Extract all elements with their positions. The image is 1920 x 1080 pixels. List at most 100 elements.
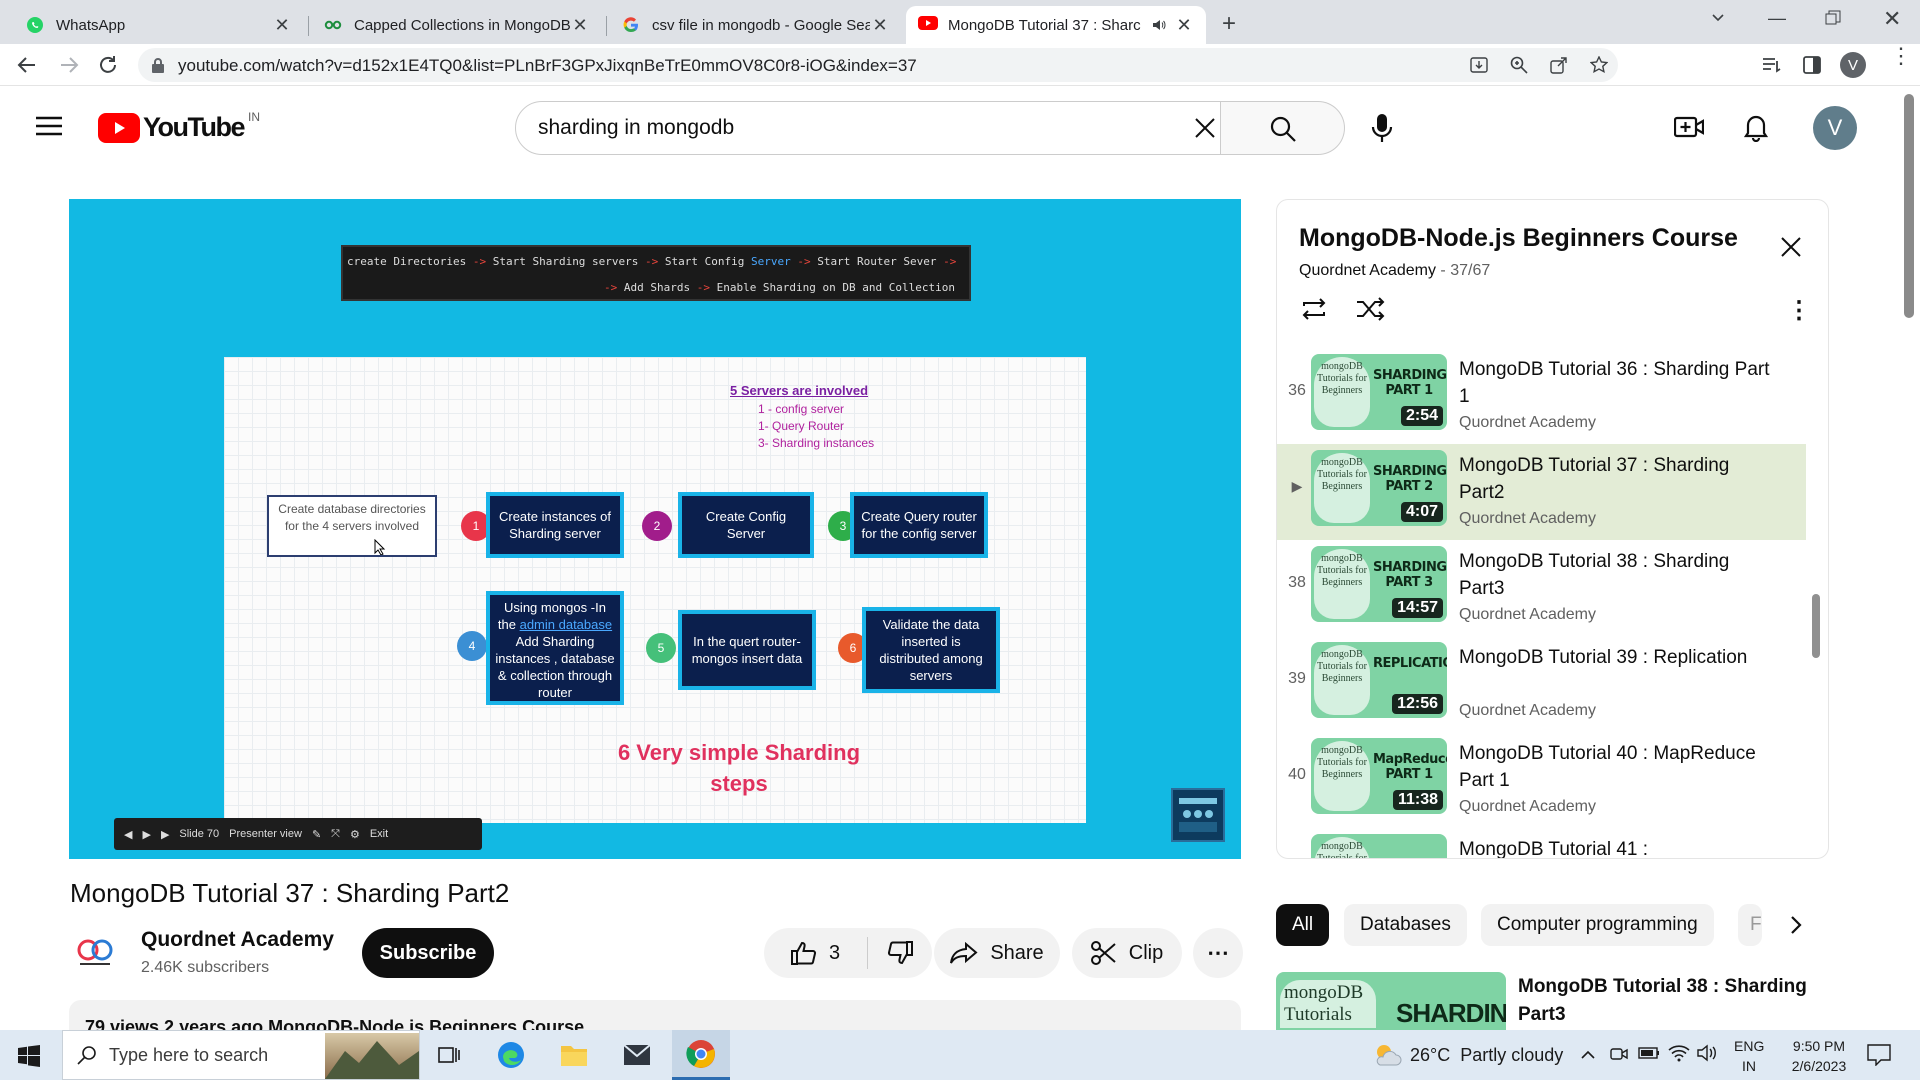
windows-start-icon[interactable] xyxy=(18,1045,40,1067)
close-tab-icon[interactable]: ✕ xyxy=(272,15,292,36)
channel-avatar[interactable] xyxy=(70,928,120,978)
video-thumbnail[interactable]: mongoDB Tutorials for Beginners xyxy=(1311,834,1447,858)
taskbar-search[interactable]: Type here to search xyxy=(62,1030,420,1080)
clear-search-icon[interactable] xyxy=(1194,117,1216,139)
share-page-icon[interactable] xyxy=(1550,56,1568,74)
restore-icon[interactable] xyxy=(1825,10,1841,26)
video-thumbnail[interactable]: mongoDB Tutorials for Beginners REPLICAT… xyxy=(1311,642,1447,718)
presenter-view-label[interactable]: Presenter view xyxy=(229,828,302,840)
tab-google-search[interactable]: csv file in mongodb - Google Sea ✕ xyxy=(610,6,902,44)
share-button[interactable]: Share xyxy=(934,928,1060,978)
battery-icon[interactable] xyxy=(1638,1046,1660,1060)
install-app-icon[interactable] xyxy=(1470,56,1488,74)
playlist-scrollbar[interactable] xyxy=(1812,594,1820,658)
channel-name[interactable]: Quordnet Academy xyxy=(141,928,334,952)
close-playlist-icon[interactable] xyxy=(1780,236,1802,258)
edge-browser-icon[interactable] xyxy=(497,1041,525,1069)
playlist-item[interactable]: mongoDB Tutorials for Beginners MongoDB … xyxy=(1277,828,1806,858)
task-view-icon[interactable] xyxy=(438,1044,460,1066)
dislike-button[interactable] xyxy=(868,941,932,965)
page-scrollbar-thumb[interactable] xyxy=(1904,94,1914,318)
file-explorer-icon[interactable] xyxy=(560,1042,588,1068)
bookmark-star-icon[interactable] xyxy=(1590,56,1608,74)
chip-partial[interactable]: F xyxy=(1738,904,1762,946)
fit-icon[interactable]: ⤧ xyxy=(331,828,340,841)
playlist-item-title[interactable]: MongoDB Tutorial 37 : Sharding Part2 xyxy=(1459,452,1779,506)
create-video-icon[interactable] xyxy=(1674,115,1704,139)
forward-arrow-icon[interactable] xyxy=(58,54,80,76)
search-button[interactable] xyxy=(1221,101,1345,155)
playlist-item[interactable]: 38 mongoDB Tutorials for Beginners SHARD… xyxy=(1277,540,1806,636)
microphone-icon[interactable] xyxy=(1370,113,1394,143)
playlist-channel[interactable]: Quordnet Academy xyxy=(1299,262,1436,279)
playlist-item-title[interactable]: MongoDB Tutorial 41 : xyxy=(1459,836,1779,858)
channel-watermark-logo[interactable] xyxy=(1171,788,1225,842)
playlist-title[interactable]: MongoDB-Node.js Beginners Course xyxy=(1299,224,1738,253)
exit-presentation[interactable]: Exit xyxy=(370,828,388,840)
notifications-bell-icon[interactable] xyxy=(1744,112,1768,142)
profile-avatar[interactable]: V xyxy=(1840,52,1866,78)
playlist-item-title[interactable]: MongoDB Tutorial 39 : Replication xyxy=(1459,644,1779,671)
side-panel-icon[interactable] xyxy=(1803,56,1821,74)
chip-computer-programming[interactable]: Computer programming xyxy=(1481,904,1714,946)
chrome-taskbar-button[interactable] xyxy=(672,1030,730,1080)
playlist-more-icon[interactable]: ⋮ xyxy=(1787,296,1811,325)
mail-icon[interactable] xyxy=(623,1044,651,1066)
back-arrow-icon[interactable] xyxy=(16,54,38,76)
loop-playlist-icon[interactable] xyxy=(1299,296,1329,322)
playlist-item[interactable]: 39 mongoDB Tutorials for Beginners REPLI… xyxy=(1277,636,1806,732)
show-hidden-icons-chevron-icon[interactable] xyxy=(1580,1048,1596,1060)
playlist-item[interactable]: 40 mongoDB Tutorials for Beginners MapRe… xyxy=(1277,732,1806,828)
close-tab-icon[interactable]: ✕ xyxy=(870,15,890,36)
window-close-icon[interactable]: ✕ xyxy=(1883,6,1901,32)
video-thumbnail[interactable]: mongoDB Tutorials for Beginners SHARDING… xyxy=(1311,450,1447,526)
video-thumbnail[interactable]: mongoDB Tutorials for Beginners SHARDING… xyxy=(1311,546,1447,622)
close-tab-icon[interactable]: ✕ xyxy=(570,15,590,36)
pen-icon[interactable]: ✎ xyxy=(312,828,321,841)
shuffle-playlist-icon[interactable] xyxy=(1355,296,1385,322)
input-language[interactable]: ENG IN xyxy=(1734,1036,1764,1076)
volume-icon[interactable] xyxy=(1697,1044,1719,1062)
youtube-logo[interactable]: YouTube IN xyxy=(98,110,260,143)
account-avatar[interactable]: V xyxy=(1813,106,1857,150)
video-player[interactable]: create Directories -> Start Sharding ser… xyxy=(69,199,1241,859)
play-icon[interactable]: ▶ xyxy=(142,828,150,841)
more-actions-button[interactable]: ⋯ xyxy=(1193,928,1243,978)
settings-gear-icon[interactable]: ⚙ xyxy=(350,828,360,841)
playlist-item-title[interactable]: MongoDB Tutorial 38 : Sharding Part3 xyxy=(1459,548,1779,602)
playlist-item-current[interactable]: ▶ mongoDB Tutorials for Beginners SHARDI… xyxy=(1277,444,1806,540)
chip-all[interactable]: All xyxy=(1276,904,1330,946)
lock-icon[interactable] xyxy=(151,57,165,73)
tab-capped-collections[interactable]: Capped Collections in MongoDB ✕ xyxy=(312,6,602,44)
hamburger-menu-icon[interactable] xyxy=(36,116,62,136)
tab-youtube-active[interactable]: MongoDB Tutorial 37 : Sharc ✕ xyxy=(906,6,1206,44)
zoom-icon[interactable] xyxy=(1510,56,1528,74)
search-input[interactable]: sharding in mongodb xyxy=(515,101,1221,155)
chip-databases[interactable]: Databases xyxy=(1344,904,1467,946)
previous-slide-icon[interactable]: ◀ xyxy=(124,828,132,841)
browser-menu-icon[interactable]: ⋮ xyxy=(1890,45,1912,67)
presenter-toolbar[interactable]: ◀ ▶ ▶ Slide 70 Presenter view ✎ ⤧ ⚙ Exit xyxy=(114,818,482,850)
speaker-icon[interactable] xyxy=(1152,18,1166,32)
video-thumbnail[interactable]: mongoDB Tutorials for Beginners SHARDING… xyxy=(1311,354,1447,430)
tab-whatsapp[interactable]: WhatsApp ✕ xyxy=(14,6,304,44)
recommended-title[interactable]: MongoDB Tutorial 38 : Sharding Part3 xyxy=(1518,973,1818,1029)
new-tab-icon[interactable]: + xyxy=(1222,10,1236,38)
weather-icon[interactable] xyxy=(1372,1041,1402,1069)
tab-search-chevron-icon[interactable] xyxy=(1710,9,1726,25)
reload-icon[interactable] xyxy=(97,54,119,76)
clip-button[interactable]: Clip xyxy=(1072,928,1182,978)
playlist-item-title[interactable]: MongoDB Tutorial 36 : Sharding Part 1 xyxy=(1459,356,1779,410)
like-button[interactable]: 3 xyxy=(764,937,868,969)
playlist-item[interactable]: 36 mongoDB Tutorials for Beginners SHARD… xyxy=(1277,348,1806,444)
notification-center-icon[interactable] xyxy=(1867,1044,1891,1066)
weather-text[interactable]: 26°C Partly cloudy xyxy=(1410,1045,1563,1066)
playlist-item-title[interactable]: MongoDB Tutorial 40 : MapReduce Part 1 xyxy=(1459,740,1779,794)
minimize-icon[interactable]: — xyxy=(1768,8,1786,29)
recommended-thumbnail[interactable]: mongoDB Tutorials SHARDING xyxy=(1276,972,1506,1030)
system-clock[interactable]: 9:50 PM 2/6/2023 xyxy=(1764,1036,1874,1076)
video-thumbnail[interactable]: mongoDB Tutorials for Beginners MapReduc… xyxy=(1311,738,1447,814)
wifi-icon[interactable] xyxy=(1668,1044,1690,1062)
subscribe-button[interactable]: Subscribe xyxy=(362,928,494,978)
slide-counter[interactable]: Slide 70 xyxy=(179,828,219,840)
